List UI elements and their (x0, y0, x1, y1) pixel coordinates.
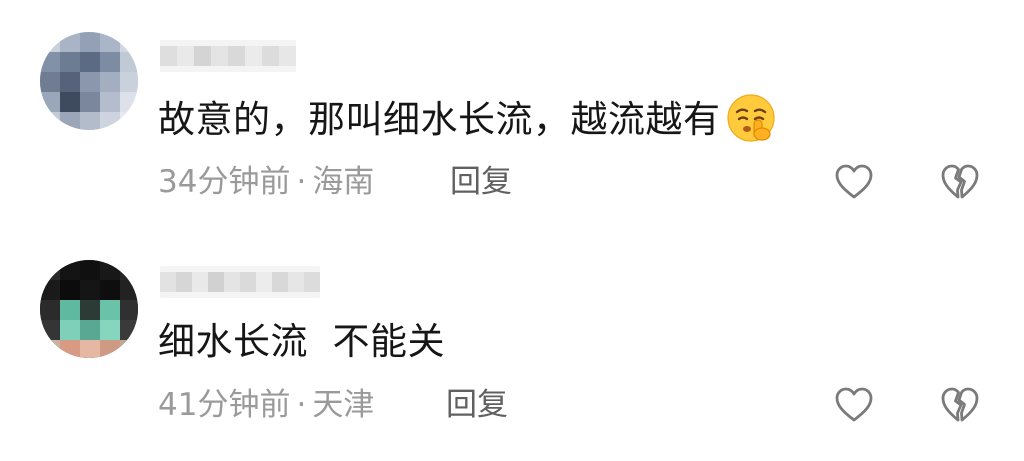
pixelated-avatar-icon (40, 260, 138, 358)
like-button[interactable] (832, 160, 876, 204)
comment-meta: 41分钟前 · 天津 (158, 385, 374, 425)
comment-text: 细水长流 不能关 (158, 318, 445, 366)
comment-time: 34分钟前 (158, 164, 291, 200)
reply-button[interactable]: 回复 (446, 385, 508, 425)
comment-item: 故意的，那叫细水长流，越流越有 34分钟前 · 海南 回复 (0, 0, 1024, 230)
comment-item: 细水长流 不能关 41分钟前 · 天津 回复 (0, 230, 1024, 461)
comment-text-body: 故意的，那叫细水长流，越流越有 (158, 98, 721, 141)
heart-outline-icon (835, 387, 873, 422)
like-button[interactable] (832, 383, 876, 427)
comment-text: 故意的，那叫细水长流，越流越有 (158, 93, 777, 144)
meta-separator: · (296, 164, 307, 200)
reply-button[interactable]: 回复 (450, 162, 512, 202)
comment-location: 海南 (312, 164, 375, 200)
comment-text-body: 细水长流 不能关 (158, 320, 446, 363)
dislike-button[interactable] (938, 160, 982, 204)
pixelated-avatar-icon (40, 32, 138, 130)
dislike-button[interactable] (938, 383, 982, 427)
comment-time: 41分钟前 (158, 387, 291, 423)
comment-location: 天津 (312, 387, 375, 423)
shushing-face-emoji (726, 93, 775, 142)
broken-heart-icon (941, 387, 979, 422)
username-blurred[interactable] (160, 40, 296, 72)
meta-separator: · (296, 387, 307, 423)
comment-meta: 34分钟前 · 海南 (158, 162, 374, 202)
avatar[interactable] (40, 260, 138, 358)
avatar[interactable] (40, 32, 138, 130)
username-blurred[interactable] (160, 266, 320, 298)
broken-heart-icon (941, 164, 979, 199)
heart-outline-icon (835, 164, 873, 199)
